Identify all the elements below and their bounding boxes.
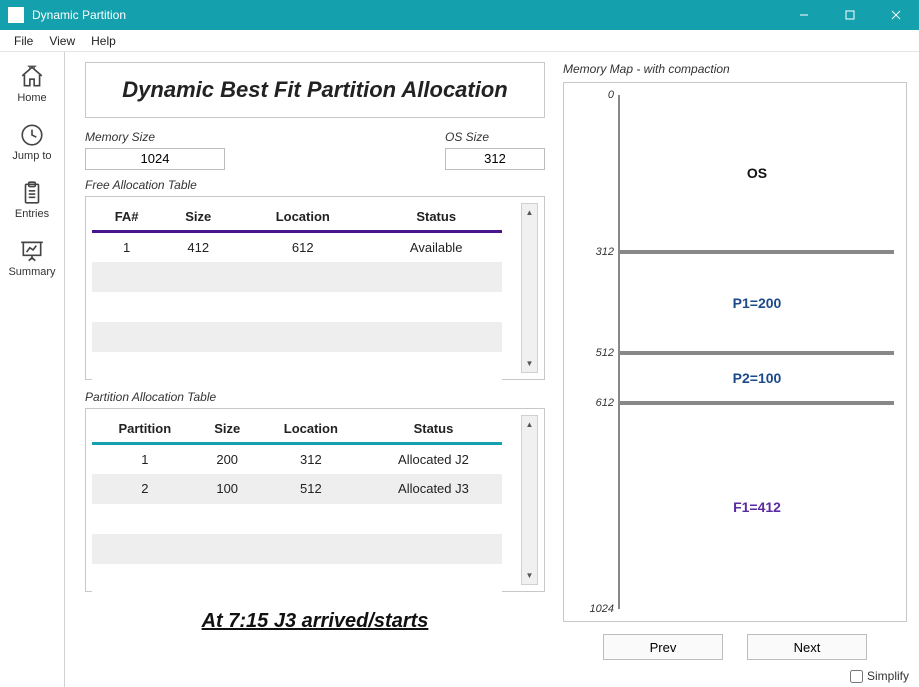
memory-size-input[interactable]: 1024: [85, 148, 225, 170]
next-button[interactable]: Next: [747, 634, 867, 660]
sidebar-label-summary: Summary: [8, 266, 55, 278]
pat-frame: Partition Size Location Status 1200312Al…: [85, 408, 545, 592]
map-tick-1024: 1024: [564, 603, 614, 615]
fat-col-location: Location: [235, 203, 370, 232]
home-icon: [19, 64, 45, 90]
pat-scrollbar[interactable]: ▲ ▼: [521, 415, 538, 585]
pat-table: Partition Size Location Status 1200312Al…: [92, 415, 502, 594]
sidebar-label-jumpto: Jump to: [12, 150, 51, 162]
scroll-down-icon[interactable]: ▼: [522, 355, 537, 372]
fat-table: FA# Size Location Status 1412612Availabl…: [92, 203, 502, 382]
map-block-os-label: OS: [747, 165, 767, 181]
window-title: Dynamic Partition: [32, 8, 781, 22]
table-row: 1200312Allocated J2: [92, 444, 502, 474]
map-block-p2-label: P2=100: [733, 370, 782, 386]
map-block-p1: P1=200: [620, 252, 894, 353]
simplify-checkbox[interactable]: [850, 670, 863, 683]
table-row: [92, 292, 502, 322]
clock-icon: [19, 122, 45, 148]
os-size-field: OS Size 312: [445, 130, 545, 170]
sidebar-label-home: Home: [17, 92, 46, 104]
map-block-f1-label: F1=412: [733, 499, 781, 515]
fat-section: Free Allocation Table FA# Size Location …: [85, 178, 545, 380]
fat-col-size: Size: [161, 203, 235, 232]
page-title: Dynamic Best Fit Partition Allocation: [96, 77, 534, 103]
menu-view[interactable]: View: [41, 32, 83, 50]
pat-col-partition: Partition: [92, 415, 198, 444]
status-line: At 7:15 J3 arrived/starts: [85, 610, 545, 633]
sidebar-item-jumpto[interactable]: Jump to: [0, 118, 64, 166]
prev-button[interactable]: Prev: [603, 634, 723, 660]
map-block-p2: P2=100: [620, 353, 894, 403]
map-block-p1-label: P1=200: [733, 295, 782, 311]
table-row: [92, 352, 502, 382]
scroll-up-icon[interactable]: ▲: [522, 416, 537, 433]
memory-map: 0 312 512 612 1024 OS P1=200 P2=100 F1=4…: [563, 82, 907, 622]
map-tick-612: 612: [564, 397, 614, 409]
table-row: [92, 504, 502, 534]
table-row: [92, 262, 502, 292]
table-row: 1412612Available: [92, 232, 502, 262]
table-row: [92, 322, 502, 352]
map-tick-512: 512: [564, 347, 614, 359]
menu-help[interactable]: Help: [83, 32, 124, 50]
sidebar-item-entries[interactable]: Entries: [0, 176, 64, 224]
map-tick-0: 0: [564, 89, 614, 101]
main-area: Home Jump to Entries Summary Dynamic Bes…: [0, 52, 919, 687]
sidebar-label-entries: Entries: [15, 208, 49, 220]
os-size-label: OS Size: [445, 130, 545, 144]
fat-scrollbar[interactable]: ▲ ▼: [521, 203, 538, 373]
memory-size-field: Memory Size 1024: [85, 130, 225, 170]
simplify-checkbox-group: Simplify: [850, 669, 909, 683]
minimize-button[interactable]: [781, 0, 827, 30]
size-row: Memory Size 1024 OS Size 312: [85, 130, 545, 170]
pat-col-location: Location: [257, 415, 365, 444]
map-block-f1: F1=412: [620, 403, 894, 609]
fat-frame: FA# Size Location Status 1412612Availabl…: [85, 196, 545, 380]
scroll-down-icon[interactable]: ▼: [522, 567, 537, 584]
os-size-input[interactable]: 312: [445, 148, 545, 170]
pat-label: Partition Allocation Table: [85, 390, 545, 404]
pat-section: Partition Allocation Table Partition Siz…: [85, 390, 545, 592]
close-button[interactable]: [873, 0, 919, 30]
map-tick-312: 312: [564, 246, 614, 258]
nav-row: Prev Next: [563, 634, 907, 660]
table-row: [92, 534, 502, 564]
memory-size-label: Memory Size: [85, 130, 225, 144]
sidebar-item-home[interactable]: Home: [0, 60, 64, 108]
table-row: [92, 564, 502, 594]
sidebar-item-summary[interactable]: Summary: [0, 234, 64, 282]
clipboard-icon: [19, 180, 45, 206]
maximize-button[interactable]: [827, 0, 873, 30]
pat-col-size: Size: [198, 415, 257, 444]
fat-label: Free Allocation Table: [85, 178, 545, 192]
fat-col-fa: FA#: [92, 203, 161, 232]
right-column: Memory Map - with compaction 0 312 512 6…: [563, 62, 907, 687]
fat-col-status: Status: [370, 203, 502, 232]
memory-map-label: Memory Map - with compaction: [563, 62, 907, 76]
app-icon: [8, 7, 24, 23]
pat-col-status: Status: [365, 415, 502, 444]
menu-file[interactable]: File: [6, 32, 41, 50]
map-block-os: OS: [620, 95, 894, 252]
simplify-label: Simplify: [867, 669, 909, 683]
window-controls: [781, 0, 919, 30]
titlebar: Dynamic Partition: [0, 0, 919, 30]
scroll-up-icon[interactable]: ▲: [522, 204, 537, 221]
presentation-icon: [19, 238, 45, 264]
left-column: Dynamic Best Fit Partition Allocation Me…: [85, 62, 545, 687]
menubar: File View Help: [0, 30, 919, 52]
table-row: 2100512Allocated J3: [92, 474, 502, 504]
content: Dynamic Best Fit Partition Allocation Me…: [65, 52, 919, 687]
sidebar: Home Jump to Entries Summary: [0, 52, 65, 687]
heading-box: Dynamic Best Fit Partition Allocation: [85, 62, 545, 118]
